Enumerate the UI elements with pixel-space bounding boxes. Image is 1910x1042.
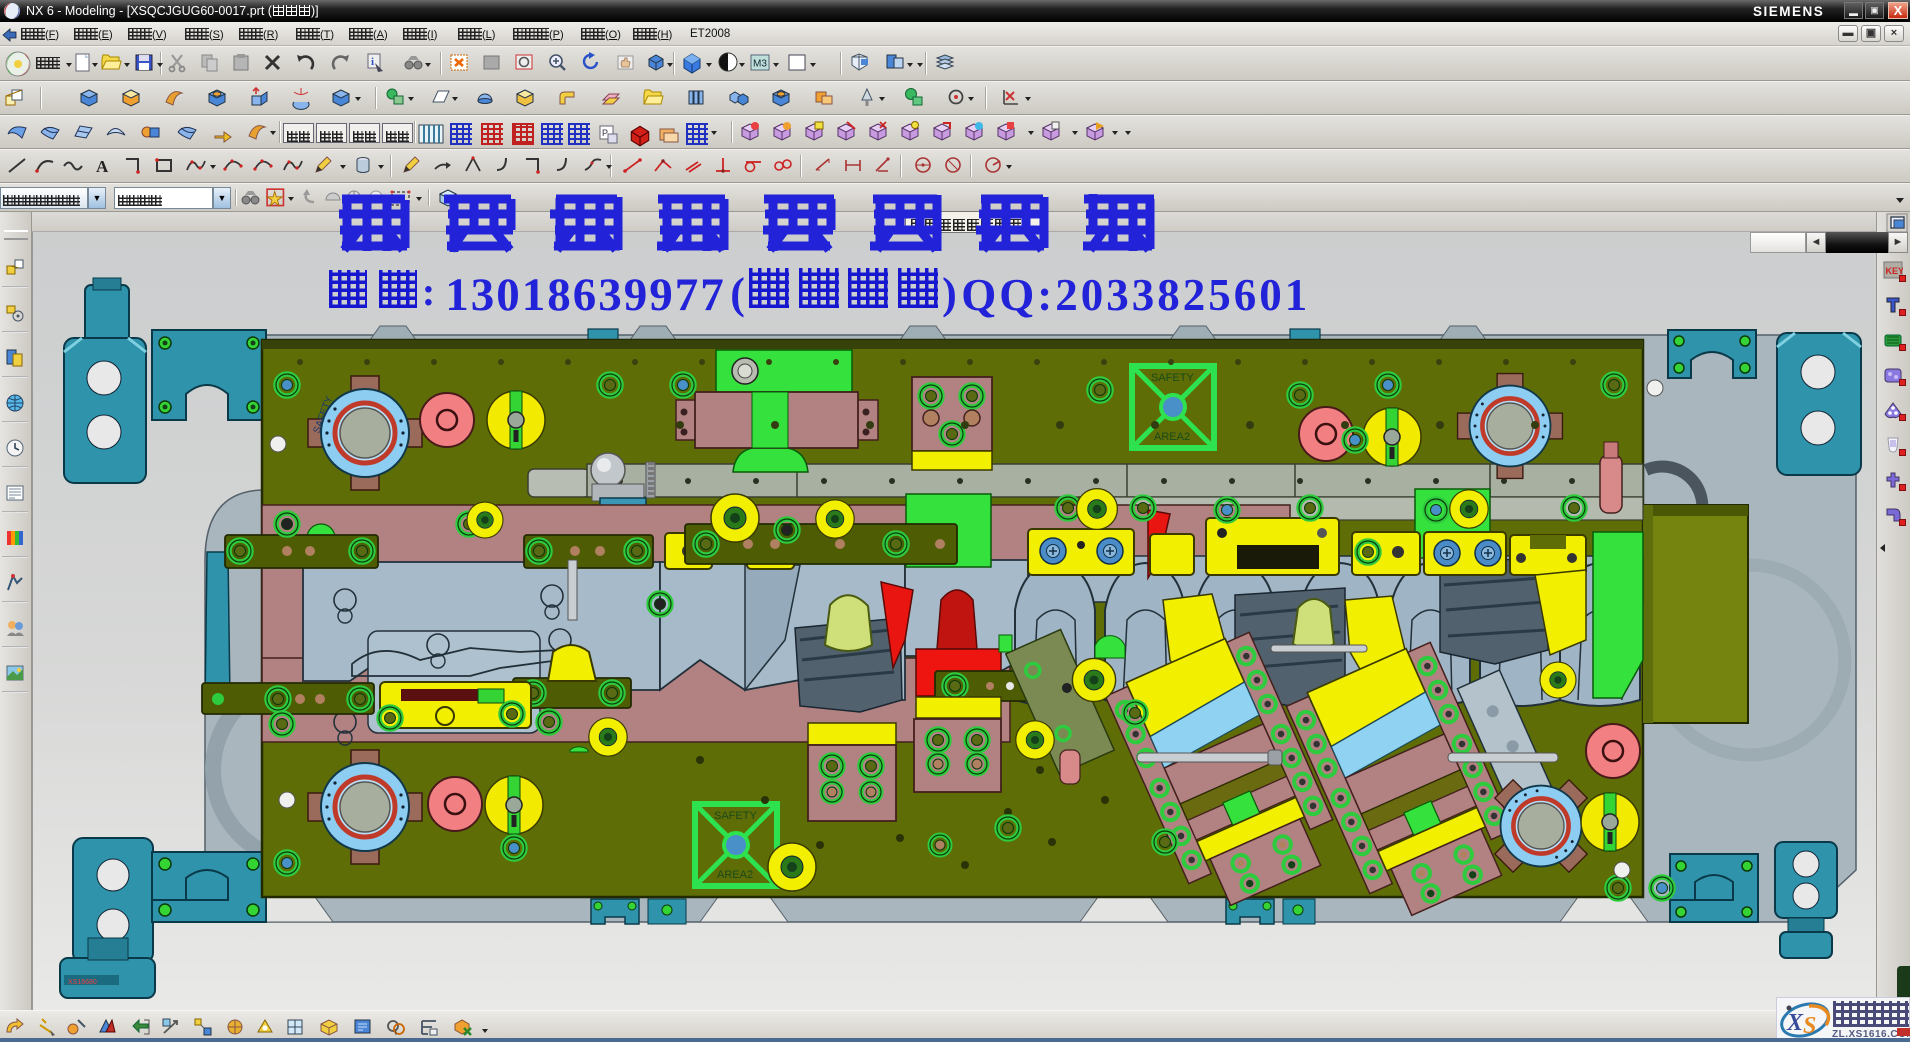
svg-text:S: S — [1803, 1013, 1816, 1039]
svg-text:XS16680: XS16680 — [68, 979, 97, 986]
svg-text:X: X — [1786, 1010, 1804, 1036]
svg-text:i: i — [395, 1028, 397, 1037]
